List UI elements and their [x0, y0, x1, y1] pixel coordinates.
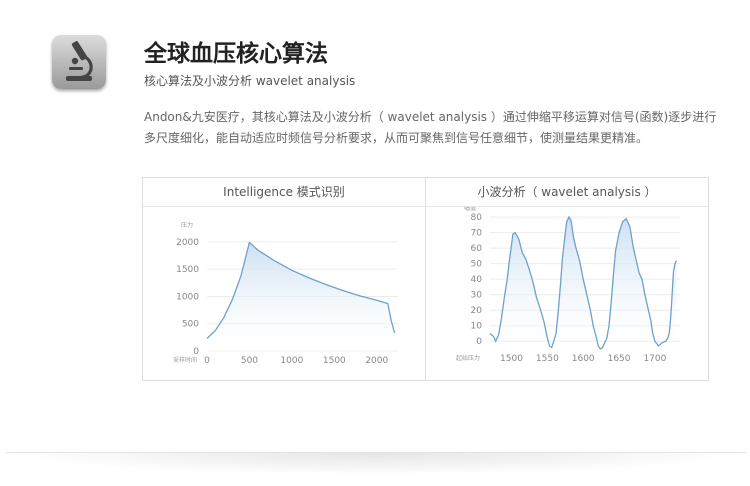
- app-icon-tile: [52, 35, 106, 89]
- ytick-intelligence-4: 2000: [176, 238, 199, 248]
- ytick-intelligence-1: 500: [182, 320, 199, 330]
- xtick-intelligence-1: 500: [241, 356, 258, 366]
- microscope-icon: [66, 41, 93, 81]
- panel-title-intelligence: Intelligence 模式识别: [143, 178, 425, 207]
- panel-title-wavelet: 小波分析（ wavelet analysis ）: [426, 178, 708, 207]
- xtick-wavelet-1: 1550: [536, 354, 559, 364]
- xtick-intelligence-0: 0: [204, 356, 210, 366]
- page-subtitle: 核心算法及小波分析 wavelet analysis: [144, 74, 356, 88]
- ytick-wavelet-5: 50: [471, 260, 483, 270]
- ytick-wavelet-0: 0: [476, 337, 482, 347]
- ytick-wavelet-1: 10: [471, 322, 483, 332]
- xtick-wavelet-3: 1650: [608, 354, 631, 364]
- xlabel-wavelet: 起始压力: [456, 354, 480, 362]
- xlabel-intelligence: 采样时间: [173, 356, 197, 364]
- chart-panel-intelligence: Intelligence 模式识别 0 500 1000 1500 2000 0 500 10…: [142, 177, 426, 381]
- chart-panel-wavelet: 小波分析（ wavelet analysis ） 0 10 20 30 40 50 60 70…: [425, 177, 709, 381]
- chart-intelligence: 0 500 1000 1500 2000 0 500 1000 1500 2000 压力采样时间: [173, 221, 398, 366]
- xtick-wavelet-0: 1500: [500, 354, 523, 364]
- ytick-wavelet-6: 60: [471, 244, 483, 254]
- ytick-wavelet-7: 70: [471, 229, 483, 239]
- ytick-wavelet-8: 80: [471, 213, 483, 223]
- ytick-intelligence-0: 0: [193, 347, 199, 357]
- description-paragraph: Andon&九安医疗，其核心算法及小波分析（ wavelet analysis …: [144, 110, 717, 145]
- ylabel-wavelet: 幅值: [464, 207, 476, 212]
- xtick-intelligence-2: 1000: [280, 356, 303, 366]
- xtick-intelligence-4: 2000: [365, 356, 388, 366]
- ytick-intelligence-2: 1000: [176, 292, 199, 302]
- ylabel-intelligence: 压力: [181, 221, 193, 229]
- ytick-wavelet-3: 30: [471, 291, 483, 301]
- ytick-intelligence-3: 1500: [176, 265, 199, 275]
- xtick-intelligence-3: 1500: [323, 356, 346, 366]
- xtick-wavelet-2: 1600: [572, 354, 595, 364]
- xtick-wavelet-4: 1700: [643, 354, 666, 364]
- ytick-wavelet-4: 40: [471, 275, 483, 285]
- page-title: 全球血压核心算法: [144, 41, 328, 67]
- ytick-wavelet-2: 20: [471, 306, 483, 316]
- footer-shadow: [6, 453, 746, 475]
- chart-wavelet: 0 10 20 30 40 50 60 70 80 1500 1550 1600 1650 1700 幅值起…: [456, 207, 680, 364]
